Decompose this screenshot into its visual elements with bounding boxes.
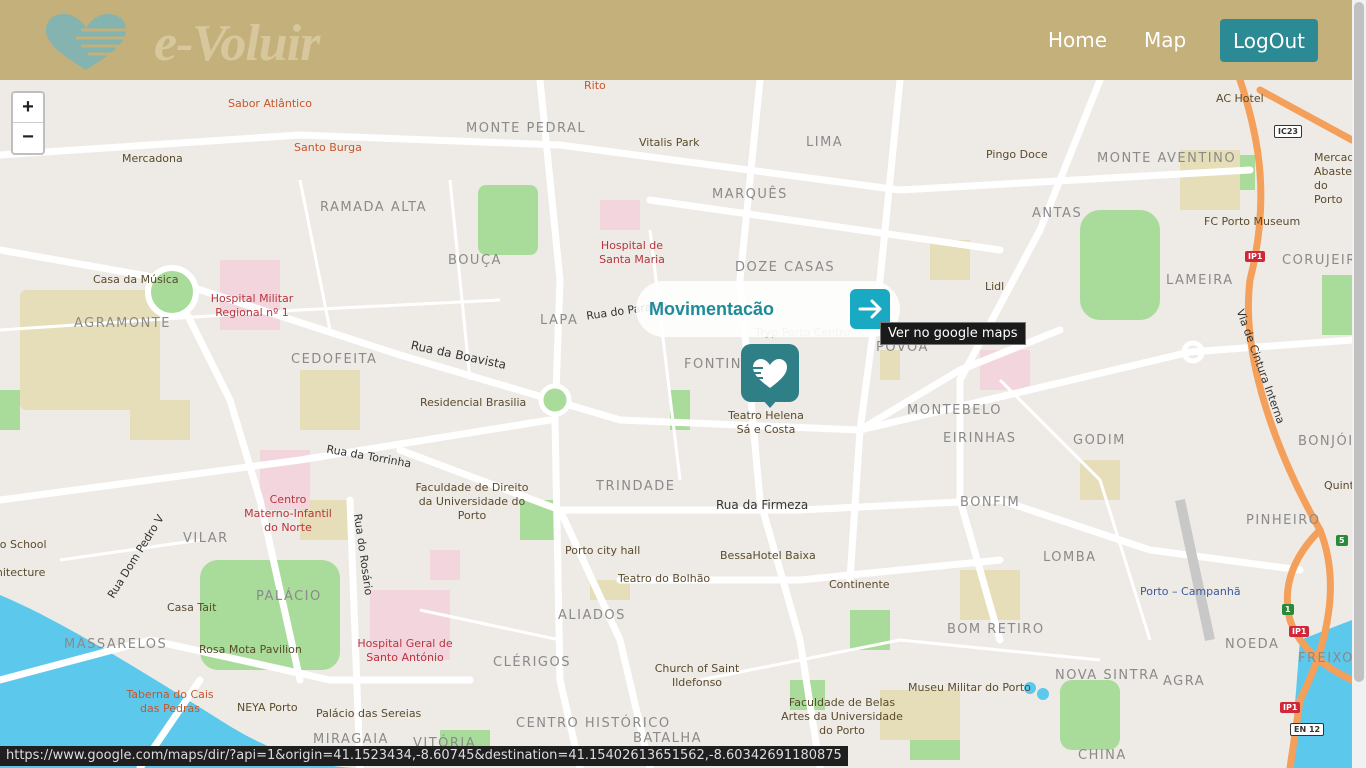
district-label: BATALHA [633, 731, 703, 746]
district-label: LAMEIRA [1166, 273, 1234, 288]
district-label: CEDOFEITA [291, 352, 378, 367]
poi-label: Continente [829, 578, 890, 591]
district-label: FREIXO [1298, 651, 1352, 666]
poi-label: Faculdade de Direito da Universidade do … [415, 481, 529, 522]
road-shield: 5 [1336, 535, 1348, 546]
brand-logo[interactable]: e-Voluir [26, 8, 366, 74]
street-label: Rua da Firmeza [716, 498, 809, 512]
poi-label: Porto School of Architecture [0, 538, 47, 579]
district-label: DOZE CASAS [735, 260, 836, 275]
nav-map-link[interactable]: Map [1144, 28, 1186, 52]
road-shield: IP1 [1245, 251, 1266, 262]
district-label: BONFIM [960, 495, 1021, 510]
district-label: PINHEIRO [1246, 513, 1321, 528]
district-label: AGRA [1163, 674, 1206, 689]
popup-title: Movimentacão [649, 299, 775, 319]
district-label: NOEDA [1225, 637, 1280, 652]
heart-logo-icon [46, 14, 151, 70]
poi-label: Rito [584, 80, 606, 92]
district-label: PALÁCIO [256, 589, 322, 604]
poi-label: Taberna do Cais das Pedras [126, 688, 214, 715]
poi-label: Palácio das Sereias [316, 707, 422, 720]
district-label: MONTE AVENTINO [1097, 151, 1237, 166]
poi-label: Quinta [1324, 479, 1352, 492]
district-label: LOMBA [1043, 550, 1097, 565]
scrollbar-thumb[interactable] [1354, 2, 1364, 682]
district-label: AGRAMONTE [74, 316, 171, 331]
poi-label: AC Hotel [1216, 92, 1264, 105]
movement-popup: Movimentacão [636, 281, 900, 337]
poi-label: Pingo Doce [986, 148, 1048, 161]
poi-label: Museu Militar do Porto [908, 681, 1031, 694]
poi-label: FC Porto Museum [1204, 215, 1301, 228]
road-shield: 1 [1282, 604, 1294, 615]
poi-label: Hospital Militar Regional nº 1 [210, 292, 294, 319]
poi-label: Mercadona [122, 152, 183, 165]
district-label: MIRAGAIA [313, 732, 389, 747]
district-label: CENTRO HISTÓRICO [516, 716, 671, 731]
district-label: ALIADOS [558, 608, 626, 623]
poi-label: Santo Burga [294, 141, 362, 154]
road-shield: IP1 [1289, 626, 1310, 637]
poi-label: Residencial Brasilia [420, 396, 527, 409]
top-navbar: e-Voluir Home Map LogOut [0, 0, 1352, 80]
poi-label: Rosa Mota Pavilion [199, 643, 302, 656]
district-label: BOUÇA [448, 253, 502, 268]
district-label: NOVA SINTRA [1055, 668, 1160, 683]
road-shield: IC23 [1274, 125, 1302, 138]
poi-label: Teatro do Bolhão [618, 572, 711, 585]
district-label: TRINDADE [596, 479, 676, 494]
location-marker[interactable] [741, 344, 799, 402]
district-label: LAPA [540, 313, 579, 328]
district-label: BONJÓIA [1298, 434, 1352, 449]
poi-label: Mercado Abastecedor do Porto [1314, 151, 1352, 206]
nav-home-link[interactable]: Home [1048, 28, 1107, 52]
district-label: EIRINHAS [943, 431, 1017, 446]
zoom-in-button[interactable]: + [13, 93, 43, 122]
poi-label: Hospital de Santa Maria [599, 239, 665, 266]
link-status-bar: https://www.google.com/maps/dir/?api=1&o… [0, 746, 848, 766]
poi-label: Faculdade de Belas Artes da Universidade… [781, 696, 903, 737]
app-root: MONTE PEDRAL LIMA MARQUÊS MONTE AVENTINO… [0, 0, 1366, 768]
poi-label: Sabor Atlântico [228, 97, 313, 110]
district-label: MONTEBELO [907, 403, 1002, 418]
google-maps-tooltip: Ver no google maps [880, 322, 1026, 345]
district-label: MARQUÊS [712, 187, 788, 202]
zoom-out-button[interactable]: − [13, 122, 43, 152]
heart-logo-icon [747, 359, 787, 388]
district-label: MASSARELOS [64, 637, 168, 652]
logout-button[interactable]: LogOut [1220, 19, 1318, 62]
poi-label: Vitalis Park [639, 136, 700, 149]
district-label: LIMA [806, 135, 844, 150]
poi-label: Porto city hall [565, 544, 641, 557]
district-label: BOM RETIRO [947, 622, 1045, 637]
poi-label: BessaHotel Baixa [720, 549, 816, 562]
district-label: CORUJEIRA [1282, 253, 1352, 268]
brand-text: e-Voluir [154, 15, 320, 72]
poi-label: Casa da Música [93, 273, 179, 286]
page-scrollbar[interactable] [1352, 0, 1366, 768]
map-view[interactable]: MONTE PEDRAL LIMA MARQUÊS MONTE AVENTINO… [0, 80, 1352, 768]
district-label: CHINA [1078, 748, 1127, 763]
district-label: CLÉRIGOS [493, 655, 571, 670]
road-shield: IP1 [1280, 702, 1301, 713]
district-label: VILAR [183, 531, 229, 546]
district-label: RAMADA ALTA [320, 200, 427, 215]
poi-label: Porto – Campanhã [1140, 585, 1241, 598]
zoom-control: + − [11, 91, 45, 155]
marker-label: Teatro Helena Sá e Costa [728, 409, 804, 436]
road-shield: EN 12 [1290, 723, 1325, 736]
district-label: GODIM [1073, 433, 1126, 448]
poi-label: NEYA Porto [237, 701, 298, 714]
poi-label: Casa Tait [167, 601, 217, 614]
poi-label: Centro Materno-Infantil do Norte [244, 493, 332, 534]
district-label: MONTE PEDRAL [466, 121, 587, 136]
poi-label: Church of Saint Ildefonso [654, 662, 740, 689]
poi-label: Hospital Geral de Santo António [357, 637, 453, 664]
marker-pointer [761, 398, 779, 408]
poi-label: Lidl [985, 280, 1005, 293]
district-label: ANTAS [1032, 206, 1083, 221]
